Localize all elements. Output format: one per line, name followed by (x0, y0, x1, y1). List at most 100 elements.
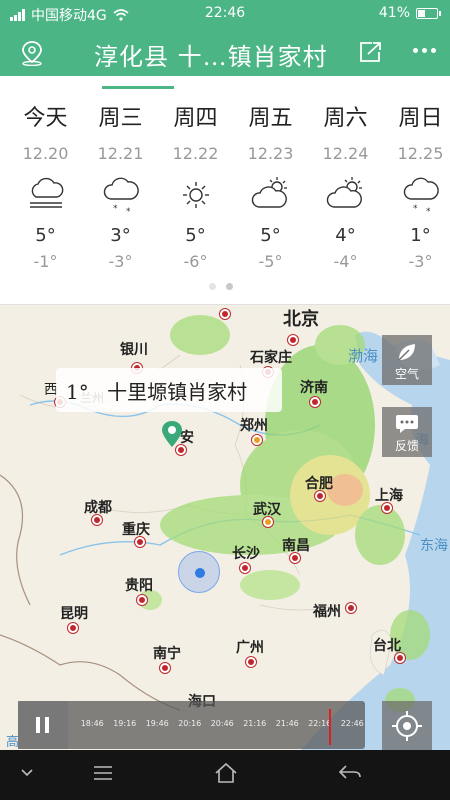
city-marker (288, 335, 298, 345)
city-label-taibei: 台北 (373, 638, 401, 654)
city-label-fuzhou: 福州 (313, 604, 341, 620)
leaf-icon (398, 344, 415, 361)
location-tooltip[interactable]: 1° 十里塬镇肖家村 (56, 368, 282, 412)
temp-high: 5° (35, 225, 56, 246)
city-label-xian: 安 (180, 430, 194, 446)
system-nav-bar (0, 750, 450, 800)
sea-label-east: 东海 (420, 538, 448, 554)
timeline-ticks: 18:46 19:16 19:46 20:16 20:46 21:16 21:4… (76, 719, 369, 728)
svg-text:*: * (426, 207, 431, 217)
feedback-button[interactable]: 反馈 (382, 407, 432, 457)
city-marker (246, 657, 256, 667)
share-icon[interactable] (358, 40, 384, 64)
city-marker (68, 623, 78, 633)
my-location-marker (178, 551, 220, 593)
day-name: 周六 (323, 106, 368, 131)
forecast-day[interactable]: 周四 12.22 5° -6° (158, 76, 233, 271)
tooltip-temp: 1° (66, 380, 89, 404)
city-marker (346, 603, 356, 613)
forecast-day[interactable]: 周六 12.24 4° -4° (308, 76, 383, 271)
time-tick: 20:16 (178, 719, 202, 728)
time-tick: 22:16 (308, 719, 332, 728)
city-label-yinchuan: 银川 (120, 342, 148, 358)
forecast-day[interactable]: 周五 12.23 5° -5° (233, 76, 308, 271)
city-label-guangzhou: 广州 (236, 640, 264, 656)
forecast-day[interactable]: 今天 12.20 5° -1° (8, 76, 83, 271)
sea-label-bohai: 渤海 (348, 347, 379, 365)
city-label-guiyang: 贵阳 (125, 578, 153, 594)
city-label-kunming: 昆明 (60, 606, 88, 622)
forecast-day[interactable]: 周日 12.25 * * 1° -3° (383, 76, 450, 271)
city-marker (220, 309, 230, 319)
city-label-shanghai: 上海 (375, 488, 403, 504)
title-bar: 淳化县 十…镇肖家村 (0, 28, 450, 76)
city-label-chongqing: 重庆 (122, 522, 150, 538)
sun-icon (182, 182, 209, 208)
chevron-down-icon[interactable] (20, 768, 34, 778)
time-tick: 21:16 (243, 719, 267, 728)
time-tick: 19:46 (145, 719, 169, 728)
temp-high: 1° (410, 225, 431, 246)
city-marker (315, 491, 325, 501)
city-marker (310, 397, 320, 407)
day-name: 周三 (98, 106, 143, 131)
page-indicator (209, 283, 233, 290)
city-marker (240, 563, 250, 573)
day-date: 12.25 (397, 144, 444, 163)
svg-text:*: * (113, 204, 118, 214)
city-label-nanchang: 南昌 (282, 538, 310, 554)
fog-cloud-icon (29, 177, 63, 208)
day-date: 12.23 (247, 144, 294, 163)
home-icon[interactable] (214, 762, 238, 784)
tooltip-place: 十里塬镇肖家村 (107, 380, 248, 404)
temp-low: -4° (333, 252, 358, 271)
svg-text:*: * (413, 204, 418, 214)
back-icon[interactable] (338, 764, 362, 782)
more-options-icon[interactable] (413, 48, 436, 53)
pause-button[interactable] (18, 701, 68, 749)
city-marker (290, 553, 300, 563)
snow-cloud-icon: * * (103, 177, 139, 217)
page-title: 淳化县 十…镇肖家村 (94, 43, 328, 71)
timeline-cursor[interactable] (329, 709, 331, 745)
city-label-hefei: 合肥 (305, 476, 333, 492)
time-tick: 19:16 (113, 719, 137, 728)
snow-cloud-icon: * * (403, 177, 439, 217)
battery-percent: 41% (378, 5, 410, 21)
day-date: 12.20 (22, 144, 69, 163)
forecast-day[interactable]: 周三 12.21 * * 3° -3° (83, 76, 158, 271)
time-tick: 21:46 (275, 719, 299, 728)
location-marker-icon[interactable] (162, 421, 182, 447)
city-label-zhengzhou: 郑州 (240, 418, 268, 434)
temp-high: 4° (335, 225, 356, 246)
city-marker (160, 663, 170, 673)
city-marker (252, 435, 262, 445)
temp-low: -3° (108, 252, 133, 271)
city-marker (92, 515, 102, 525)
day-date: 12.21 (97, 144, 144, 163)
air-quality-button[interactable]: 空气 (382, 335, 432, 385)
locate-me-button[interactable] (382, 701, 432, 750)
city-marker (137, 595, 147, 605)
day-name: 周五 (248, 106, 293, 131)
city-label-wuhan: 武汉 (253, 502, 281, 518)
daily-forecast[interactable]: 今天 12.20 5° -1° 周三 12.21 * * 3° -3° 周四 12… (0, 76, 450, 304)
radar-map[interactable]: 北京 银川 石家庄 渤海 济南 西 兰州 郑州 安 海 合肥 上海 成都 武汉 … (0, 304, 450, 750)
temp-high: 5° (185, 225, 206, 246)
radar-timeline[interactable]: 18:46 19:16 19:46 20:16 20:46 21:16 21:4… (18, 701, 365, 749)
day-date: 12.24 (322, 144, 369, 163)
city-label-changsha: 长沙 (232, 546, 260, 562)
temp-high: 5° (260, 225, 281, 246)
air-quality-label: 空气 (394, 367, 419, 381)
city-label-jinan: 济南 (300, 380, 328, 396)
city-label-chengdu: 成都 (84, 500, 112, 516)
location-pin-icon[interactable] (20, 40, 44, 66)
day-date: 12.22 (172, 144, 219, 163)
time-tick: 18:46 (80, 719, 104, 728)
city-marker (395, 653, 405, 663)
feedback-label: 反馈 (394, 439, 419, 453)
menu-icon[interactable] (92, 764, 114, 782)
day-name: 周日 (398, 106, 443, 131)
temp-low: -6° (183, 252, 208, 271)
city-marker (135, 537, 145, 547)
